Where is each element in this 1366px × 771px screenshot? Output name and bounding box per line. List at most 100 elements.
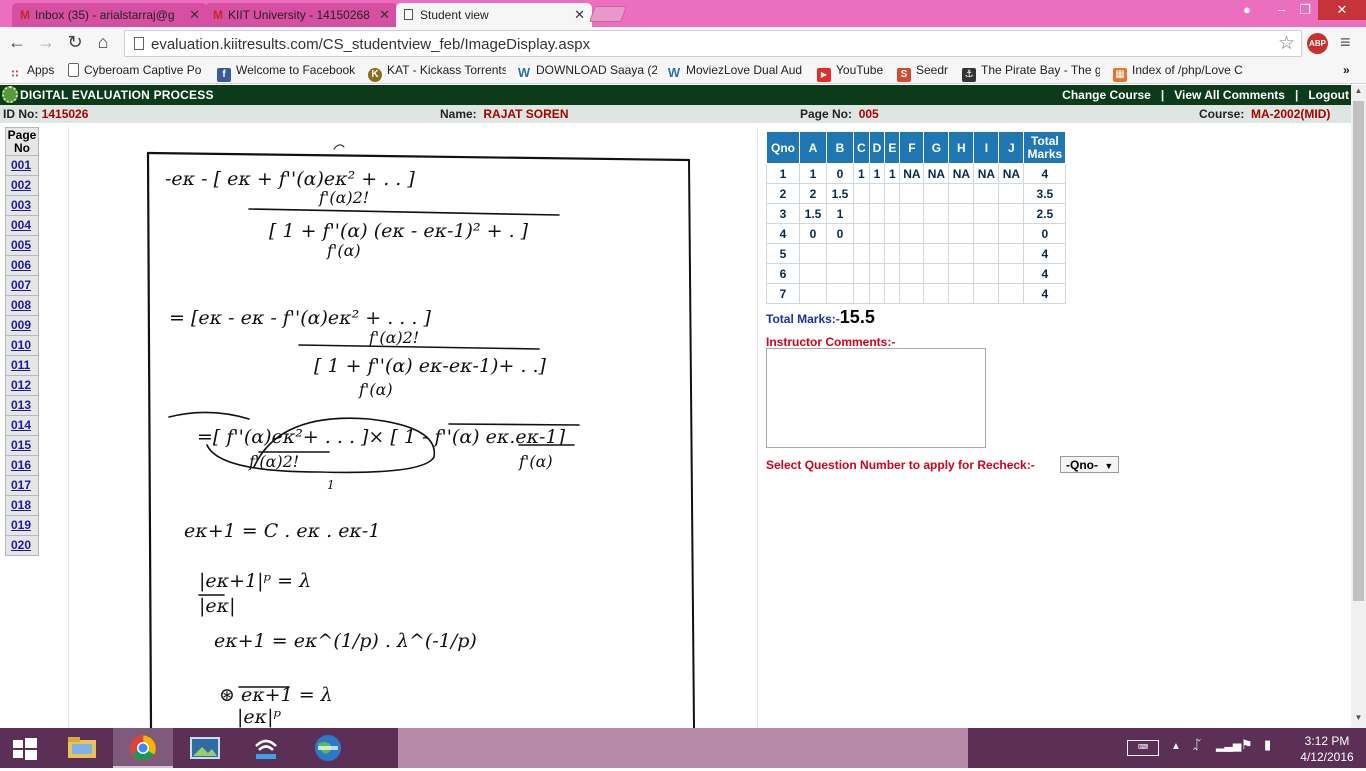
photos-icon[interactable] (175, 728, 235, 768)
scroll-down-icon[interactable]: ▼ (1351, 713, 1366, 727)
address-bar[interactable]: evaluation.kiitresults.com/CS_studentvie… (124, 30, 1302, 57)
svg-text:f'(α): f'(α) (358, 380, 393, 399)
keyboard-icon[interactable]: ⌨ (1127, 740, 1159, 756)
scrollbar-thumb[interactable] (1353, 101, 1364, 601)
id-value: 1415026 (41, 107, 89, 121)
bookmark-youtube[interactable]: ▶ YouTube (817, 63, 889, 82)
page-link-005[interactable]: 005 (6, 236, 38, 256)
start-button[interactable] (0, 728, 50, 768)
page-link-001[interactable]: 001 (6, 156, 38, 176)
home-icon[interactable]: ⌂ (92, 32, 114, 53)
bookmark-moviezlove[interactable]: W MoviezLove Dual Aud (667, 63, 805, 80)
facebook-icon: f (217, 68, 231, 82)
wifi-hotspot-icon[interactable] (236, 728, 296, 768)
view-all-comments-link[interactable]: View All Comments (1174, 88, 1285, 102)
page-link-017[interactable]: 017 (6, 476, 38, 496)
page-link-002[interactable]: 002 (6, 176, 38, 196)
system-clock[interactable]: 3:12 PM 4/12/2016 (1296, 733, 1358, 765)
bookmark-apps[interactable]: ∷ Apps (8, 63, 63, 82)
page-link-003[interactable]: 003 (6, 196, 38, 216)
page-link-013[interactable]: 013 (6, 396, 38, 416)
tab-student-view[interactable]: Student view ✕ (396, 3, 592, 27)
chrome-icon[interactable] (113, 728, 173, 768)
bookmark-facebook[interactable]: f Welcome to Facebook (217, 63, 357, 82)
page-link-004[interactable]: 004 (6, 216, 38, 236)
back-icon[interactable]: ← (6, 32, 28, 53)
svg-text:f'(α)2!: f'(α)2! (318, 188, 369, 207)
file-explorer-icon[interactable] (52, 728, 112, 768)
marks-cell (998, 183, 1025, 204)
marks-cell (948, 243, 975, 264)
show-hidden-icons[interactable]: ▲ (1171, 741, 1181, 752)
bookmark-star-icon[interactable]: ☆ (1278, 32, 1295, 55)
marks-cell (973, 283, 1000, 304)
clock-time: 3:12 PM (1304, 734, 1350, 748)
page-link-010[interactable]: 010 (6, 336, 38, 356)
close-icon[interactable]: ✕ (574, 7, 585, 23)
address-url[interactable]: evaluation.kiitresults.com/CS_studentvie… (151, 36, 590, 53)
table-row: 4000 (766, 223, 1067, 244)
minimize-icon[interactable]: – (1268, 0, 1295, 20)
new-tab-button[interactable] (589, 6, 627, 22)
bookmark-index-php[interactable]: ▦ Index of /php/Love C (1113, 63, 1251, 82)
marks-cell (884, 283, 901, 304)
separator: | (1294, 88, 1299, 102)
page-link-014[interactable]: 014 (6, 416, 38, 436)
marks-cell (884, 223, 901, 244)
page-link-011[interactable]: 011 (6, 356, 38, 376)
instructor-comments-box[interactable] (766, 348, 986, 448)
bookmark-cyberoam[interactable]: Cyberoam Captive Po (68, 63, 208, 77)
bookmark-saaya[interactable]: W DOWNLOAD Saaya (2 (517, 63, 657, 80)
close-icon[interactable]: ✕ (189, 7, 200, 23)
page-link-008[interactable]: 008 (6, 296, 38, 316)
page-link-020[interactable]: 020 (6, 536, 38, 556)
page-link-012[interactable]: 012 (6, 376, 38, 396)
recheck-question-select[interactable]: -Qno- ▼ (1060, 456, 1119, 473)
page-link-009[interactable]: 009 (6, 316, 38, 336)
marks-cell (826, 283, 854, 304)
bookmark-seedr[interactable]: S Seedr (897, 63, 955, 82)
marks-cell (923, 223, 950, 244)
marks-cell (899, 243, 925, 264)
window-close-icon[interactable]: ✕ (1318, 0, 1366, 20)
bookmark-piratebay[interactable]: ⚓ The Pirate Bay - The g (962, 63, 1100, 82)
page-link-018[interactable]: 018 (6, 496, 38, 516)
bookmark-kat[interactable]: K KAT - Kickass Torrents (368, 63, 506, 82)
scroll-up-icon[interactable]: ▲ (1351, 86, 1366, 100)
bluetooth-icon[interactable]: ᛢ (1193, 737, 1201, 752)
reload-icon[interactable]: ↻ (64, 32, 86, 53)
forward-icon[interactable]: → (35, 32, 57, 53)
page-link-007[interactable]: 007 (6, 276, 38, 296)
tab-label: Inbox (35) - arialstarraj@g (35, 8, 175, 22)
tab-inbox[interactable]: M Inbox (35) - arialstarraj@g ✕ (12, 3, 207, 27)
page-link-016[interactable]: 016 (6, 456, 38, 476)
adblock-plus-icon[interactable]: ABP (1307, 33, 1328, 54)
logout-link[interactable]: Logout (1308, 88, 1349, 102)
close-icon[interactable]: ✕ (379, 7, 390, 23)
maximize-icon[interactable]: ❐ (1295, 0, 1315, 20)
signal-icon[interactable]: ▂▃▅ (1216, 739, 1241, 752)
tab-kiit-university[interactable]: M KIIT University - 14150268 ✕ (205, 3, 397, 27)
user-profile-icon[interactable]: ● (1236, 0, 1258, 20)
bookmarks-overflow-icon[interactable]: » (1343, 63, 1359, 77)
marks-cell (853, 243, 870, 264)
flag-icon[interactable]: ⚑ (1241, 737, 1253, 753)
page-link-019[interactable]: 019 (6, 516, 38, 536)
answer-sheet-viewer[interactable]: -eκ - [ eκ + f''(α)eκ² + . . ] f'(α)2! [… (68, 127, 758, 728)
svg-text:eκ+1 = C . eκ . eκ-1: eκ+1 = C . eκ . eκ-1 (184, 520, 380, 542)
globe-app-icon[interactable] (298, 728, 358, 768)
marks-cell (973, 243, 1000, 264)
page-link-015[interactable]: 015 (6, 436, 38, 456)
page-link-006[interactable]: 006 (6, 256, 38, 276)
total-marks-cell: 4 (1023, 243, 1067, 264)
marks-cell: NA (973, 163, 1000, 184)
browser-menu-icon[interactable]: ≡ (1340, 32, 1351, 53)
total-marks: Total Marks:-15.5 (766, 307, 875, 328)
change-course-link[interactable]: Change Course (1062, 88, 1151, 102)
header-links: Change Course | View All Comments | Logo… (1062, 88, 1349, 102)
page-scrollbar[interactable]: ▲ ▼ (1351, 85, 1366, 728)
marks-cell (973, 203, 1000, 224)
battery-icon[interactable]: ▮ (1264, 737, 1271, 753)
marks-cell: 1 (826, 203, 854, 224)
course-field: Course: MA-2002(MID) (1199, 107, 1331, 121)
